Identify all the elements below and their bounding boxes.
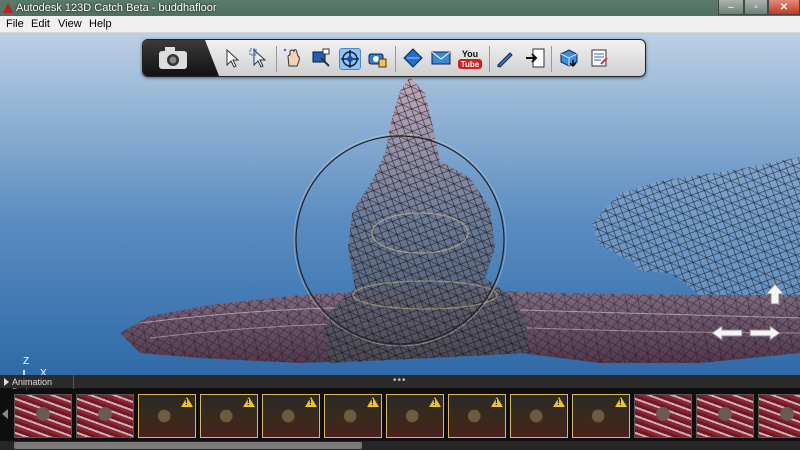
photo-thumbnail[interactable] — [696, 394, 754, 438]
export-button[interactable] — [525, 48, 547, 70]
mesh-export-button[interactable] — [559, 48, 581, 70]
main-toolbar: You Tube — [142, 39, 646, 77]
pen-icon — [497, 52, 513, 68]
warning-icon — [181, 397, 193, 407]
photo-thumbnail[interactable] — [510, 394, 568, 438]
photo-thumbnail[interactable] — [14, 394, 72, 438]
move-right-arrow-icon[interactable] — [749, 325, 781, 341]
thumbnail-image — [759, 395, 800, 437]
photo-thumbnail[interactable] — [572, 394, 630, 438]
email-icon — [431, 51, 451, 65]
export-icon — [526, 48, 545, 68]
warning-icon — [491, 397, 503, 407]
camera-icon — [159, 47, 187, 69]
select-region-button[interactable] — [249, 48, 271, 70]
warning-icon — [305, 397, 317, 407]
toolbar-separator — [395, 46, 396, 72]
move-left-arrow-icon[interactable] — [711, 325, 743, 341]
warning-icon — [367, 397, 379, 407]
select-arrow-icon — [226, 48, 240, 68]
toolbar-separator — [489, 46, 490, 72]
svg-text:You: You — [462, 49, 478, 59]
toolbar-separator — [551, 46, 552, 72]
youtube-icon: You Tube — [458, 49, 482, 69]
minimize-icon: – — [728, 1, 734, 13]
maximize-button[interactable]: ▫ — [744, 0, 768, 15]
zoom-window-icon — [312, 48, 330, 67]
animation-path-header: Animation Path ••• — [0, 375, 800, 397]
expand-triangle-icon — [4, 378, 9, 386]
move-up-arrow-icon[interactable] — [765, 283, 785, 305]
thumbnail-image — [77, 395, 133, 437]
toolbar-separator — [276, 46, 277, 72]
3d-viewport[interactable]: You Tube Z X — [0, 33, 800, 375]
photo-thumbnail[interactable] — [634, 394, 692, 438]
axis-indicator: Z X — [20, 356, 60, 375]
photo-thumbnail[interactable] — [76, 394, 134, 438]
mesh-download-icon — [560, 49, 578, 68]
thumbnail-strip — [0, 389, 800, 441]
svg-text:Tube: Tube — [461, 60, 480, 69]
minimize-button[interactable]: – — [718, 0, 744, 15]
menu-help[interactable]: Help — [89, 18, 112, 30]
thumbnail-image — [697, 395, 753, 437]
material-diamond-icon — [403, 48, 423, 68]
photo-thumbnail[interactable] — [448, 394, 506, 438]
axis-gizmo-icon — [23, 370, 25, 375]
capture-camera-icon — [368, 53, 387, 68]
mesh-scene — [120, 77, 800, 363]
photo-thumbnail[interactable] — [138, 394, 196, 438]
orbit-button[interactable] — [339, 48, 361, 70]
select-button[interactable] — [223, 48, 245, 70]
photo-thumbnail[interactable] — [200, 394, 258, 438]
email-button[interactable] — [431, 48, 453, 70]
close-button[interactable]: ✕ — [768, 0, 800, 15]
warning-icon — [553, 397, 565, 407]
youtube-button[interactable]: You Tube — [457, 48, 483, 70]
axis-x-label: X — [40, 368, 47, 375]
menu-file[interactable]: File — [6, 18, 24, 30]
capture-mode-block[interactable] — [143, 40, 219, 76]
app-icon — [3, 3, 13, 13]
capture-button[interactable] — [367, 48, 389, 70]
photo-thumbnail[interactable] — [262, 394, 320, 438]
orbit-icon — [341, 50, 359, 68]
animation-path-tab[interactable]: Animation Path — [0, 375, 74, 397]
animation-path-panel: Animation Path ••• — [0, 375, 800, 450]
thumbnail-image — [635, 395, 691, 437]
close-icon: ✕ — [779, 1, 789, 13]
title-bar: Autodesk 123D Catch Beta - buddhafloor –… — [0, 0, 800, 16]
warning-icon — [615, 397, 627, 407]
photo-thumbnail[interactable] — [758, 394, 800, 438]
photo-thumbnail[interactable] — [324, 394, 382, 438]
select-region-icon — [249, 48, 267, 68]
menu-view[interactable]: View — [58, 18, 82, 30]
photo-thumbnail[interactable] — [386, 394, 444, 438]
pan-button[interactable] — [283, 48, 305, 70]
draw-button[interactable] — [495, 48, 517, 70]
window-title: Autodesk 123D Catch Beta - buddhafloor — [16, 2, 217, 14]
notepad-icon — [591, 49, 608, 67]
strip-scrollbar[interactable] — [0, 441, 800, 450]
pan-hand-icon — [283, 48, 300, 67]
strip-scrollbar-thumb[interactable] — [14, 442, 362, 449]
warning-icon — [429, 397, 441, 407]
zoom-window-button[interactable] — [311, 48, 333, 70]
menu-edit[interactable]: Edit — [31, 18, 50, 30]
notes-button[interactable] — [589, 48, 611, 70]
material-button[interactable] — [403, 48, 425, 70]
panel-resize-handle[interactable]: ••• — [393, 375, 407, 386]
menu-bar: File Edit View Help — [0, 16, 800, 33]
maximize-icon: ▫ — [754, 1, 758, 13]
strip-scroll-left-icon[interactable] — [2, 409, 8, 419]
warning-icon — [243, 397, 255, 407]
thumbnail-image — [15, 395, 71, 437]
